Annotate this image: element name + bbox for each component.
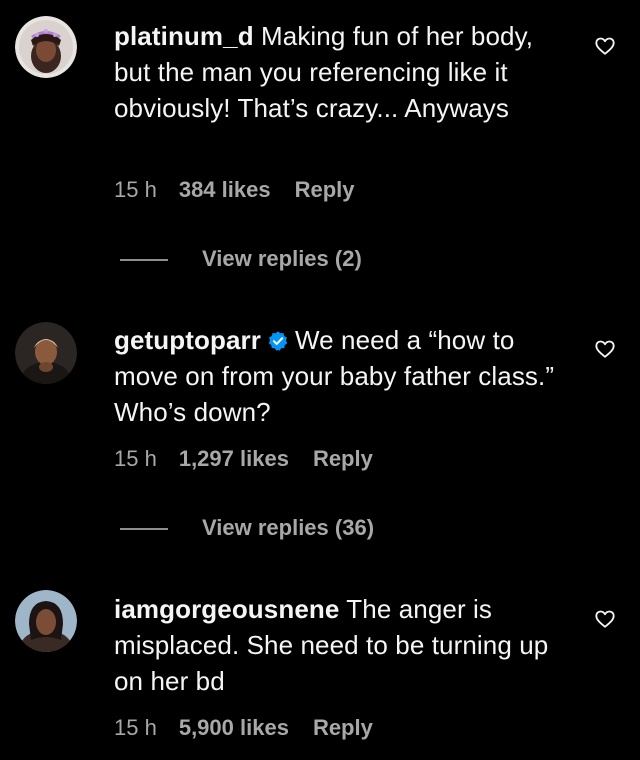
verified-badge-icon [268,331,288,351]
comment-meta: 15 h 1,297 likes Reply [114,445,373,473]
view-replies-label: View replies (2) [202,246,362,271]
comment-body: iamgorgeousnene The anger is misplaced. … [114,591,564,699]
comment-username[interactable]: getuptoparr [114,325,261,355]
comment-time[interactable]: 15 h [114,446,157,471]
comment-meta: 15 h 384 likes Reply [114,176,355,204]
comment-likes[interactable]: 1,297 likes [179,446,289,471]
comment-username[interactable]: iamgorgeousnene [114,594,339,624]
replies-divider [120,259,168,261]
avatar[interactable] [15,590,77,652]
avatar-photo-icon [15,16,77,78]
avatar[interactable] [15,16,77,78]
comment-likes[interactable]: 384 likes [179,177,271,202]
comment-body: getuptoparr We need a “how to move on fro… [114,322,564,430]
reply-button[interactable]: Reply [313,446,373,471]
avatar-photo-icon [15,590,77,652]
like-heart-icon[interactable] [594,338,616,360]
like-heart-icon[interactable] [594,608,616,630]
comment-time[interactable]: 15 h [114,715,157,740]
like-heart-icon[interactable] [594,35,616,57]
view-replies-label: View replies (36) [202,515,375,540]
comment-body: platinum_d Making fun of her body, but t… [114,18,564,126]
comment-meta: 15 h 5,900 likes Reply [114,714,373,742]
comment-likes[interactable]: 5,900 likes [179,715,289,740]
comment-username[interactable]: platinum_d [114,21,254,51]
reply-button[interactable]: Reply [313,715,373,740]
avatar[interactable] [15,322,77,384]
replies-divider [120,528,168,530]
comment-time[interactable]: 15 h [114,177,157,202]
reply-button[interactable]: Reply [295,177,355,202]
avatar-photo-icon [15,322,77,384]
